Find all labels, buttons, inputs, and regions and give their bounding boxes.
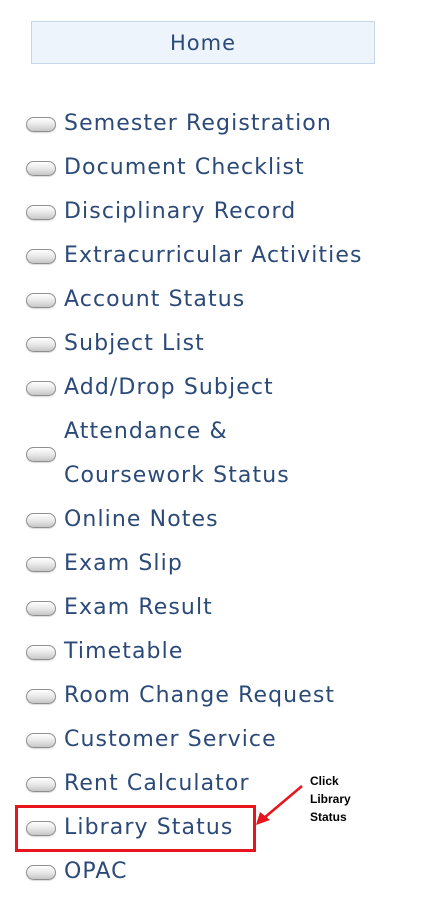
menu-item-label: Subject List: [64, 331, 205, 356]
menu-item-timetable[interactable]: Timetable: [0, 632, 400, 672]
menu-item-account-status[interactable]: Account Status: [0, 280, 400, 320]
pill-bullet-icon: [26, 733, 56, 748]
menu-item-label: Online Notes: [64, 507, 219, 532]
menu-item-attendance-coursework-status[interactable]: Attendance & Coursework Status: [0, 410, 400, 498]
callout-line2: Library: [310, 792, 351, 806]
home-button[interactable]: Home: [31, 21, 375, 64]
pill-bullet-icon: [26, 865, 56, 880]
pill-bullet-icon: [26, 337, 56, 352]
menu-item-label: Exam Slip: [64, 551, 183, 576]
instruction-callout: Click Library Status: [310, 772, 351, 826]
menu-item-opac[interactable]: OPAC: [0, 852, 400, 892]
menu-item-label: Disciplinary Record: [64, 199, 297, 224]
menu-item-add-drop-subject[interactable]: Add/Drop Subject: [0, 368, 400, 408]
menu-item-customer-service[interactable]: Customer Service: [0, 720, 400, 760]
pill-bullet-icon: [26, 161, 56, 176]
menu-item-exam-result[interactable]: Exam Result: [0, 588, 400, 628]
menu-item-disciplinary-record[interactable]: Disciplinary Record: [0, 192, 400, 232]
menu-item-exam-slip[interactable]: Exam Slip: [0, 544, 400, 584]
menu-item-document-checklist[interactable]: Document Checklist: [0, 148, 400, 188]
pill-bullet-icon: [26, 777, 56, 792]
callout-line3: Status: [310, 810, 347, 824]
pill-bullet-icon: [26, 293, 56, 308]
menu-item-label: Timetable: [64, 639, 184, 664]
menu-item-label-line1: Attendance &: [64, 419, 228, 444]
pill-bullet-icon: [26, 381, 56, 396]
menu-item-label: Exam Result: [64, 595, 213, 620]
menu-item-label-line2: Coursework Status: [64, 463, 290, 488]
menu-item-online-notes[interactable]: Online Notes: [0, 500, 400, 540]
pill-bullet-icon: [26, 601, 56, 616]
menu-item-subject-list[interactable]: Subject List: [0, 324, 400, 364]
menu-item-label: Extracurricular Activities: [64, 243, 363, 268]
menu-item-label: Rent Calculator: [64, 771, 250, 796]
pill-bullet-icon: [26, 557, 56, 572]
pill-bullet-icon: [26, 447, 56, 462]
callout-line1: Click: [310, 774, 339, 788]
menu-item-label: Document Checklist: [64, 155, 305, 180]
menu-item-label: Semester Registration: [64, 111, 332, 136]
menu-item-label: Room Change Request: [64, 683, 336, 708]
red-arrow-icon: [256, 785, 303, 825]
pill-bullet-icon: [26, 513, 56, 528]
menu-item-label: Add/Drop Subject: [64, 375, 274, 400]
pill-bullet-icon: [26, 645, 56, 660]
menu-item-room-change-request[interactable]: Room Change Request: [0, 676, 400, 716]
menu-item-semester-registration[interactable]: Semester Registration: [0, 104, 400, 144]
menu-item-extracurricular-activities[interactable]: Extracurricular Activities: [0, 236, 400, 276]
pill-bullet-icon: [26, 689, 56, 704]
pill-bullet-icon: [26, 205, 56, 220]
menu-item-label: Account Status: [64, 287, 246, 312]
menu-item-label: Customer Service: [64, 727, 277, 752]
library-status-highlight-box: [15, 805, 256, 852]
pill-bullet-icon: [26, 117, 56, 132]
pill-bullet-icon: [26, 249, 56, 264]
student-portal-menu: Home Semester Registration Document Chec…: [0, 0, 422, 908]
menu-item-label: Attendance & Coursework Status: [64, 410, 290, 498]
menu-item-label: OPAC: [64, 859, 128, 884]
